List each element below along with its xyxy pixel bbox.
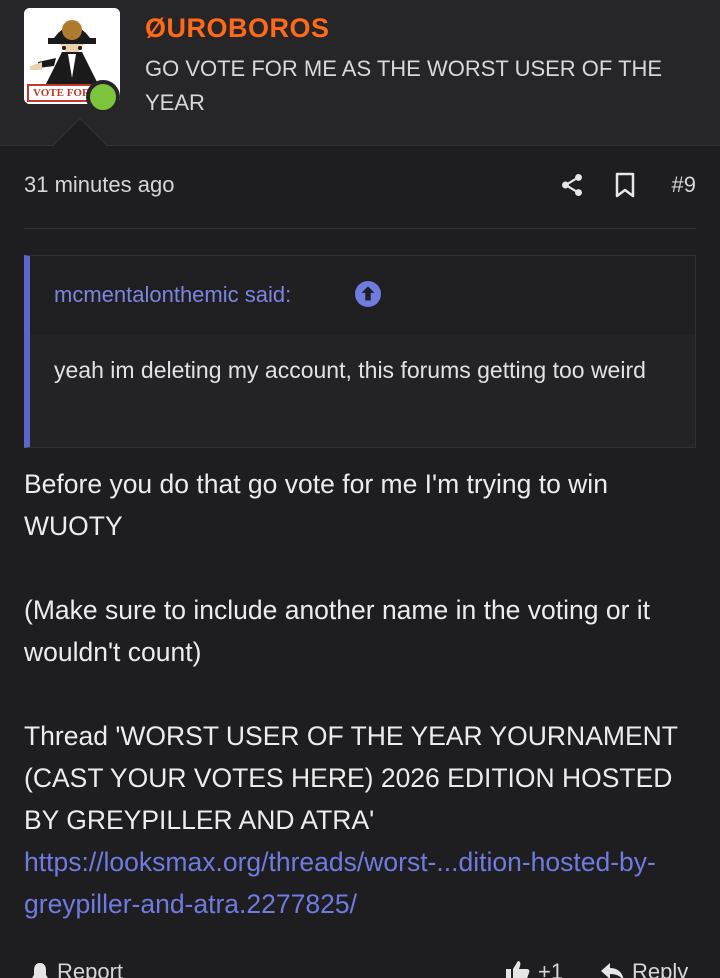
post-number[interactable]: #9 (672, 172, 696, 198)
quote-header: mcmentalonthemic said: (30, 256, 695, 334)
thumbs-up-icon (506, 961, 530, 978)
online-status-indicator (86, 80, 120, 114)
post-paragraph: Thread 'WORST USER OF THE YEAR YOURNAMEN… (24, 721, 678, 835)
arrow-up-circle-icon[interactable] (355, 281, 381, 307)
thread-link[interactable]: https://looksmax.org/threads/worst-...di… (24, 847, 656, 919)
like-count: +1 (538, 959, 564, 978)
reply-label: Reply (632, 959, 689, 978)
meta-divider (24, 228, 696, 229)
bookmark-icon[interactable] (614, 172, 636, 198)
quote-block: mcmentalonthemic said: yeah im deleting … (24, 255, 696, 448)
avatar[interactable]: VOTE FOR (24, 8, 120, 114)
username[interactable]: ØUROBOROS (145, 13, 330, 44)
post-paragraph: Before you do that go vote for me I'm tr… (24, 469, 608, 541)
post-timestamp[interactable]: 31 minutes ago (24, 172, 174, 198)
post-paragraph: (Make sure to include another name in th… (24, 595, 651, 667)
quote-author[interactable]: mcmentalonthemic said: (54, 282, 291, 308)
post-meta: 31 minutes ago #9 (24, 166, 696, 206)
reply-arrow-icon (601, 963, 624, 978)
user-header: VOTE FOR ØUROBOROS GO VOTE FOR ME AS THE… (0, 0, 720, 146)
share-icon[interactable] (559, 172, 585, 198)
quote-text: yeah im deleting my account, this forums… (54, 357, 646, 383)
report-label: Report (57, 959, 124, 978)
post-body: Before you do that go vote for me I'm tr… (24, 463, 696, 925)
bell-icon (32, 963, 48, 978)
post-actions: Report +1 Reply (0, 955, 720, 978)
user-title: GO VOTE FOR ME AS THE WORST USER OF THE … (145, 56, 663, 115)
